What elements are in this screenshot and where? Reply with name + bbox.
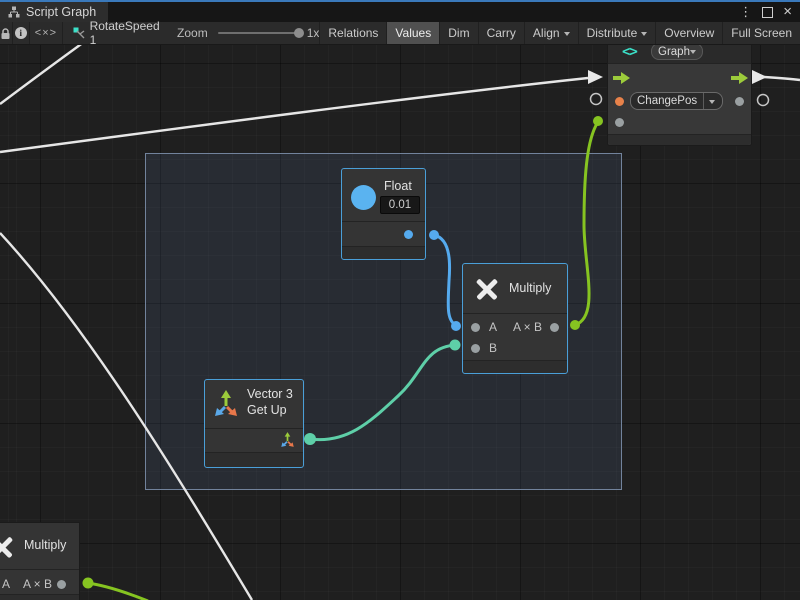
multiply-node[interactable]: Multiply A A × B B — [462, 263, 568, 374]
wire-endpoint[interactable] — [593, 116, 603, 126]
carry-button[interactable]: Carry — [478, 22, 524, 44]
node-title: Float — [384, 179, 412, 193]
chevron-down-icon — [564, 32, 570, 39]
tab-title: Script Graph — [26, 5, 96, 19]
node-header: Multiply — [0, 523, 79, 570]
graph-dropdown-label: Graph — [658, 46, 690, 58]
graph-dropdown[interactable]: Graph — [651, 43, 703, 60]
graph-ref-label: RotateSpeed 1 — [90, 19, 161, 47]
graph-event-node[interactable]: <> Graph ChangePos — [607, 40, 752, 146]
maximize-icon[interactable] — [762, 7, 773, 18]
code-view-icon: <×> — [35, 27, 57, 39]
full-screen-button[interactable]: Full Screen — [722, 22, 800, 44]
values-button[interactable]: Values — [386, 22, 439, 44]
input-a-label: A — [2, 577, 10, 591]
info-button[interactable]: i — [13, 22, 30, 44]
multiply-icon — [474, 275, 500, 301]
distribute-button[interactable]: Distribute — [578, 22, 656, 44]
chevron-down-icon — [690, 50, 696, 57]
event-target-port[interactable] — [615, 97, 624, 106]
align-button[interactable]: Align — [524, 22, 578, 44]
float-node[interactable]: Float 0.01 — [341, 168, 426, 260]
overview-button[interactable]: Overview — [655, 22, 722, 44]
unconnected-port[interactable] — [591, 94, 602, 105]
graph-ref-icon — [73, 27, 85, 40]
multiply-partial-node[interactable]: Multiply A A × B — [0, 522, 80, 600]
node-footer — [342, 246, 425, 259]
node-footer — [608, 134, 751, 145]
lock-button[interactable] — [0, 22, 13, 44]
node-title: Multiply — [24, 538, 66, 552]
node-header: Multiply — [463, 264, 567, 314]
input-a-port[interactable] — [471, 323, 480, 332]
script-graph-icon — [8, 6, 20, 18]
flow-out-port-icon[interactable] — [731, 72, 748, 84]
zoom-slider[interactable] — [218, 32, 300, 34]
zoom-label: Zoom — [177, 26, 208, 40]
toolbar-buttons: Relations Values Dim Carry Align Distrib… — [319, 22, 800, 44]
script-graph-window: <> Graph ChangePos Float — [0, 0, 800, 600]
node-title: Vector 3 — [247, 387, 293, 401]
code-brackets-icon: <> — [622, 44, 637, 60]
window-menu-icon[interactable]: ⋮ — [739, 2, 752, 22]
float-value-field[interactable]: 0.01 — [380, 196, 420, 214]
graph-reference[interactable]: RotateSpeed 1 — [73, 19, 161, 47]
vector3-port-icon[interactable] — [280, 431, 295, 448]
changepos-dropdown-label: ChangePos — [637, 95, 697, 107]
input-a-label: A — [489, 320, 497, 334]
zoom-slider-handle[interactable] — [294, 28, 304, 38]
node-footer — [463, 360, 567, 373]
chevron-down-icon — [709, 100, 715, 107]
node-footer — [205, 452, 303, 467]
float-output-port[interactable] — [404, 230, 413, 239]
relations-button[interactable]: Relations — [319, 22, 386, 44]
value-out-port[interactable] — [735, 97, 744, 106]
output-label: A × B — [23, 577, 52, 591]
vector3-get-up-node[interactable]: Vector 3 Get Up — [204, 379, 304, 468]
value-wire-green[interactable] — [88, 583, 148, 600]
flow-arrowhead-icon — [752, 70, 767, 84]
input-b-port[interactable] — [471, 344, 480, 353]
node-header: Vector 3 Get Up — [205, 380, 303, 429]
node-header: Float 0.01 — [342, 169, 425, 222]
toolbar: i <×> RotateSpeed 1 Zoom 1x Relations Va… — [0, 22, 800, 45]
flow-wire[interactable] — [0, 78, 588, 152]
dropdown-divider — [703, 93, 704, 109]
flow-wire[interactable] — [0, 42, 84, 104]
output-port[interactable] — [550, 323, 559, 332]
unconnected-port[interactable] — [758, 95, 769, 106]
info-icon: i — [15, 27, 27, 39]
node-title: Multiply — [509, 281, 551, 295]
flow-in-port-icon[interactable] — [613, 72, 630, 84]
chevron-down-icon — [641, 32, 647, 39]
wire-endpoint[interactable] — [83, 578, 94, 589]
output-label: A × B — [513, 320, 542, 334]
lock-icon — [0, 27, 11, 40]
graph-canvas[interactable]: <> Graph ChangePos Float — [0, 0, 800, 600]
float-type-icon — [351, 185, 376, 210]
close-icon[interactable]: × — [783, 2, 792, 22]
vector3-icon — [213, 388, 239, 418]
multiply-icon — [0, 533, 15, 559]
node-subtitle: Get Up — [247, 403, 287, 417]
output-port[interactable] — [57, 580, 66, 589]
flow-wire[interactable] — [764, 77, 800, 80]
code-view-button[interactable]: <×> — [30, 22, 63, 44]
flow-arrowhead-icon — [588, 70, 603, 84]
node-footer — [0, 594, 79, 600]
dim-button[interactable]: Dim — [439, 22, 477, 44]
changepos-dropdown[interactable]: ChangePos — [630, 92, 723, 110]
zoom-control: Zoom 1x — [177, 26, 319, 40]
input-b-label: B — [489, 341, 497, 355]
value-in-port[interactable] — [615, 118, 624, 127]
zoom-value: 1x — [307, 26, 320, 40]
